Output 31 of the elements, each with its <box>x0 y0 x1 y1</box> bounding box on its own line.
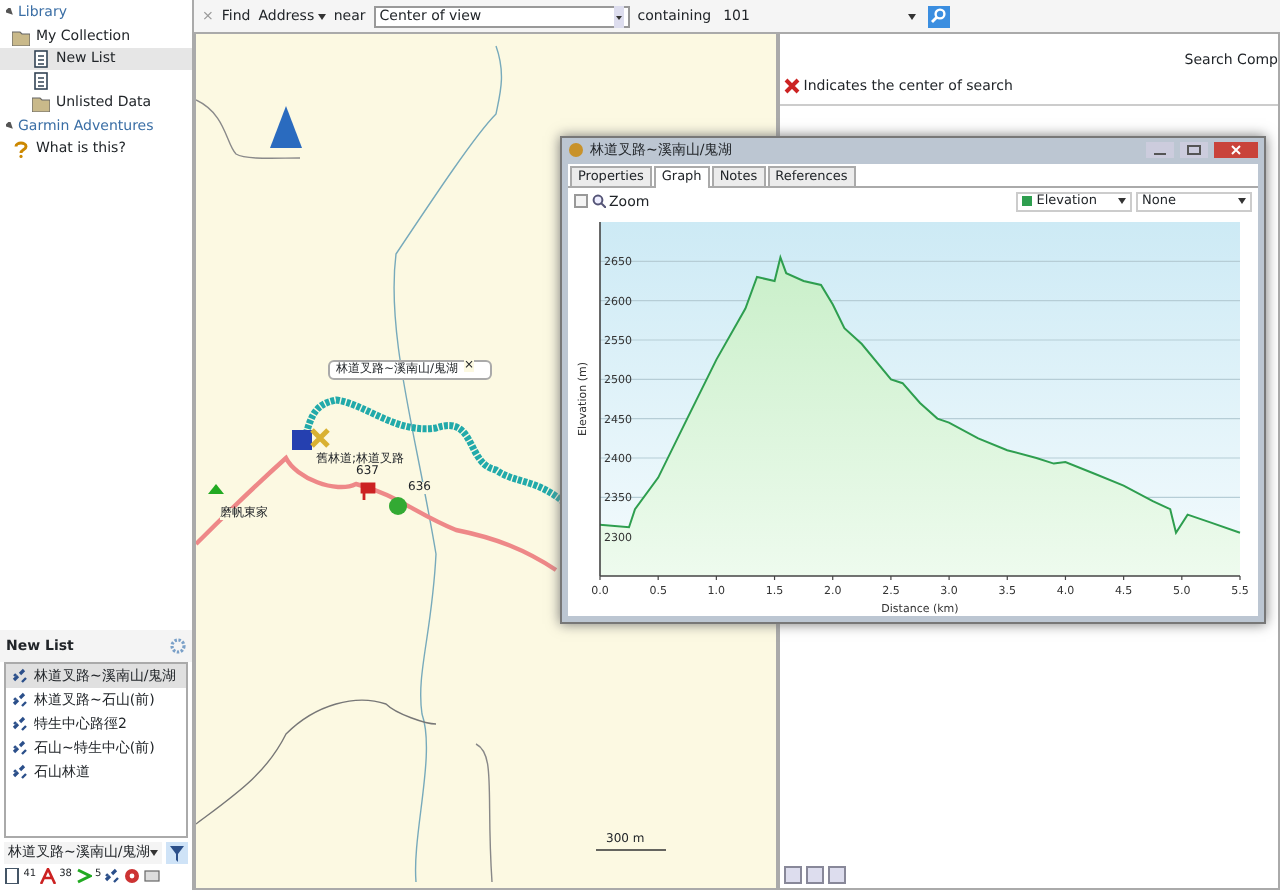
track-icon <box>12 716 28 732</box>
caret-icon <box>317 13 326 19</box>
x-mark-icon <box>784 77 800 94</box>
expander-icon <box>6 8 14 17</box>
question-icon <box>12 140 30 158</box>
close-button[interactable] <box>1214 142 1258 159</box>
maximize-button[interactable] <box>1180 142 1208 159</box>
magnifier-icon <box>591 194 606 209</box>
text-icon <box>39 868 56 884</box>
zoom-checkbox[interactable] <box>574 194 588 209</box>
drive-icon <box>143 868 160 884</box>
settings-icon <box>170 637 186 654</box>
caret-icon <box>613 5 624 27</box>
caret-icon <box>150 850 159 856</box>
disc-icon <box>124 868 141 884</box>
route-icon <box>75 868 92 884</box>
track-icon <box>104 868 121 884</box>
track-icon <box>12 692 28 708</box>
filter-icon <box>166 842 188 864</box>
app-icon <box>568 142 584 159</box>
caret-icon <box>907 13 916 19</box>
folder-icon <box>32 93 50 111</box>
minimize-button[interactable] <box>1146 142 1174 159</box>
track-icon <box>12 740 28 756</box>
expander-icon <box>6 121 14 130</box>
track-icon <box>12 764 28 780</box>
document-icon <box>32 49 50 67</box>
caret-icon <box>1118 198 1127 205</box>
document-icon <box>32 71 50 89</box>
caret-icon <box>1238 198 1246 205</box>
search-button[interactable] <box>927 5 950 27</box>
